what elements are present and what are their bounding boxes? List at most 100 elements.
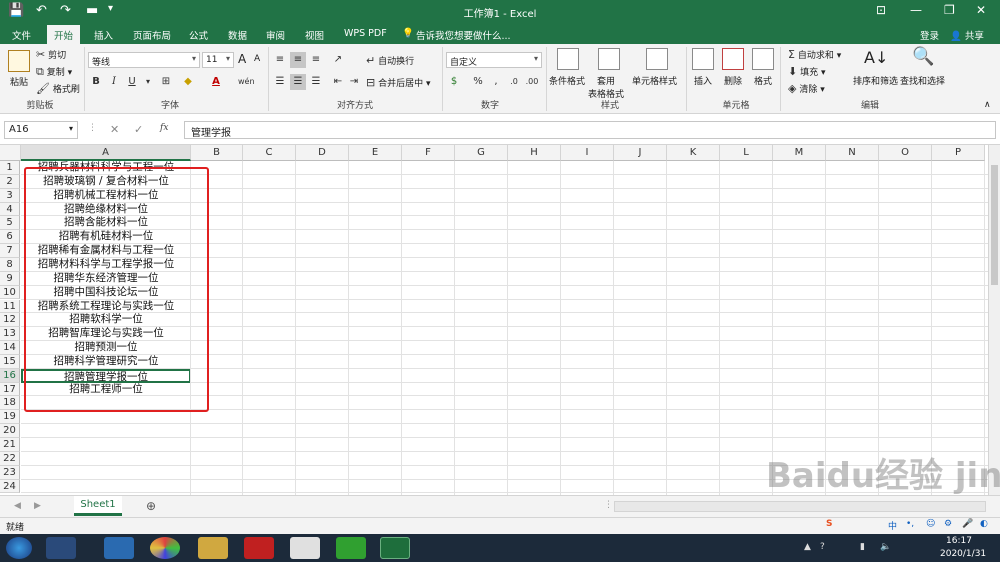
- row-header[interactable]: 17: [0, 382, 20, 397]
- column-header-a[interactable]: A: [21, 145, 191, 161]
- align-center-icon[interactable]: ☰: [290, 74, 306, 90]
- cell[interactable]: [21, 424, 191, 438]
- column-header-h[interactable]: H: [508, 145, 561, 161]
- cell[interactable]: [21, 410, 191, 424]
- cut-button[interactable]: ✂ 剪切: [36, 48, 66, 61]
- row-header[interactable]: 19: [0, 410, 20, 425]
- column-header-m[interactable]: M: [773, 145, 826, 161]
- align-left-icon[interactable]: ☰: [272, 74, 288, 90]
- split-handle-icon[interactable]: ⋮: [604, 500, 613, 510]
- increase-font-icon[interactable]: A: [238, 52, 246, 66]
- cell-styles-icon[interactable]: [646, 48, 668, 70]
- column-header-e[interactable]: E: [349, 145, 402, 161]
- align-bottom-icon[interactable]: ≡: [308, 52, 324, 68]
- delete-cells-icon[interactable]: [722, 48, 744, 70]
- collapse-ribbon-icon[interactable]: ∧: [984, 100, 991, 110]
- row-header[interactable]: 1: [0, 161, 20, 175]
- select-all-corner[interactable]: [0, 145, 21, 161]
- name-box[interactable]: A16 ▾: [4, 121, 78, 139]
- youdao-icon[interactable]: [244, 537, 274, 559]
- row-header[interactable]: 7: [0, 244, 20, 258]
- app-6-icon[interactable]: [290, 537, 320, 559]
- cell-styles-button[interactable]: 单元格样式: [632, 74, 677, 87]
- tab-insert[interactable]: 插入: [94, 28, 113, 42]
- formula-input[interactable]: 管理学报: [184, 121, 996, 139]
- app-3-icon[interactable]: [150, 537, 180, 559]
- column-header-i[interactable]: I: [561, 145, 614, 161]
- row-header[interactable]: 16: [0, 368, 20, 383]
- sogou-icon[interactable]: [104, 537, 134, 559]
- copy-button[interactable]: ⧉ 复制 ▾: [36, 65, 72, 79]
- add-sheet-icon[interactable]: ⊕: [146, 499, 156, 513]
- column-header-g[interactable]: G: [455, 145, 508, 161]
- restore-icon[interactable]: ❐: [944, 3, 955, 17]
- merge-center-button[interactable]: ⊟ 合并后居中 ▾: [366, 76, 431, 89]
- row-header[interactable]: 20: [0, 424, 20, 438]
- column-header-o[interactable]: O: [879, 145, 932, 161]
- orientation-icon[interactable]: ↗: [330, 52, 346, 68]
- sign-in-link[interactable]: 登录: [920, 28, 939, 42]
- bold-button[interactable]: B: [88, 74, 104, 90]
- row-header[interactable]: 6: [0, 230, 20, 245]
- row-header[interactable]: 21: [0, 438, 20, 452]
- row-header[interactable]: 13: [0, 327, 20, 342]
- number-format-combo[interactable]: 自定义 ▾: [446, 52, 542, 68]
- column-header-b[interactable]: B: [191, 145, 243, 161]
- table-format-button[interactable]: 套用 表格格式: [588, 74, 624, 100]
- share-button[interactable]: 👤 共享: [950, 28, 984, 42]
- format-cells-button[interactable]: 格式: [754, 74, 772, 87]
- cell[interactable]: [21, 480, 191, 494]
- tab-home[interactable]: 开始: [47, 25, 81, 44]
- insert-cells-icon[interactable]: [692, 48, 714, 70]
- increase-indent-icon[interactable]: ⇥: [346, 74, 362, 90]
- cell[interactable]: [21, 438, 191, 452]
- insert-function-icon[interactable]: fx: [160, 123, 168, 133]
- delete-cells-button[interactable]: 删除: [724, 74, 742, 87]
- find-select-button[interactable]: 查找和选择: [900, 74, 945, 87]
- tell-me-search[interactable]: 告诉我您想要做什么...: [416, 28, 511, 42]
- sogou-ime-icon[interactable]: S: [826, 519, 832, 529]
- autosum-button[interactable]: Σ 自动求和 ▾: [788, 48, 841, 61]
- scroll-right-icon[interactable]: ▶: [34, 501, 41, 511]
- clear-button[interactable]: ◈ 清除 ▾: [788, 82, 825, 95]
- sort-filter-button[interactable]: 排序和筛选: [853, 74, 898, 87]
- minimize-icon[interactable]: —: [910, 3, 922, 17]
- paste-icon[interactable]: [8, 50, 30, 72]
- paste-button-label[interactable]: 粘贴: [10, 75, 28, 88]
- tray-expand-icon[interactable]: ▲: [804, 542, 811, 552]
- close-icon[interactable]: ✕: [976, 3, 986, 17]
- scroll-left-icon[interactable]: ◀: [14, 501, 21, 511]
- italic-button[interactable]: I: [106, 74, 122, 90]
- fill-button[interactable]: ⬇ 填充 ▾: [788, 65, 826, 78]
- explorer-icon[interactable]: [198, 537, 228, 559]
- ime-emoji-icon[interactable]: ☺: [926, 519, 935, 529]
- decrease-decimal-icon[interactable]: .00: [524, 74, 540, 90]
- column-header-j[interactable]: J: [614, 145, 667, 161]
- row-header[interactable]: 8: [0, 257, 20, 272]
- sheet-tab-sheet1[interactable]: Sheet1: [74, 496, 122, 516]
- align-middle-icon[interactable]: ≡: [290, 52, 306, 68]
- table-format-icon[interactable]: [598, 48, 620, 70]
- borders-icon[interactable]: ⊞: [158, 74, 174, 90]
- start-orb-icon[interactable]: [6, 537, 32, 559]
- excel-taskbar-icon[interactable]: [380, 537, 410, 559]
- row-header[interactable]: 4: [0, 202, 20, 217]
- decrease-indent-icon[interactable]: ⇤: [330, 74, 346, 90]
- insert-cells-button[interactable]: 插入: [694, 74, 712, 87]
- cancel-icon[interactable]: ✕: [110, 123, 119, 136]
- fill-color-icon[interactable]: ◆: [180, 74, 196, 90]
- ime-mode-label[interactable]: 中: [888, 519, 897, 532]
- row-header[interactable]: 9: [0, 271, 20, 286]
- ime-settings-icon[interactable]: ⚙: [944, 519, 952, 529]
- row-header[interactable]: 22: [0, 451, 20, 466]
- column-header-k[interactable]: K: [667, 145, 720, 161]
- scroll-thumb[interactable]: [991, 165, 998, 285]
- vertical-scrollbar[interactable]: [988, 145, 1000, 495]
- row-header[interactable]: 5: [0, 216, 20, 231]
- enter-icon[interactable]: ✓: [134, 123, 143, 136]
- column-header-l[interactable]: L: [720, 145, 773, 161]
- underline-button[interactable]: U: [124, 74, 140, 90]
- row-header[interactable]: 15: [0, 354, 20, 369]
- microphone-icon[interactable]: 🎤: [962, 519, 973, 529]
- conditional-format-button[interactable]: 条件格式: [549, 74, 585, 87]
